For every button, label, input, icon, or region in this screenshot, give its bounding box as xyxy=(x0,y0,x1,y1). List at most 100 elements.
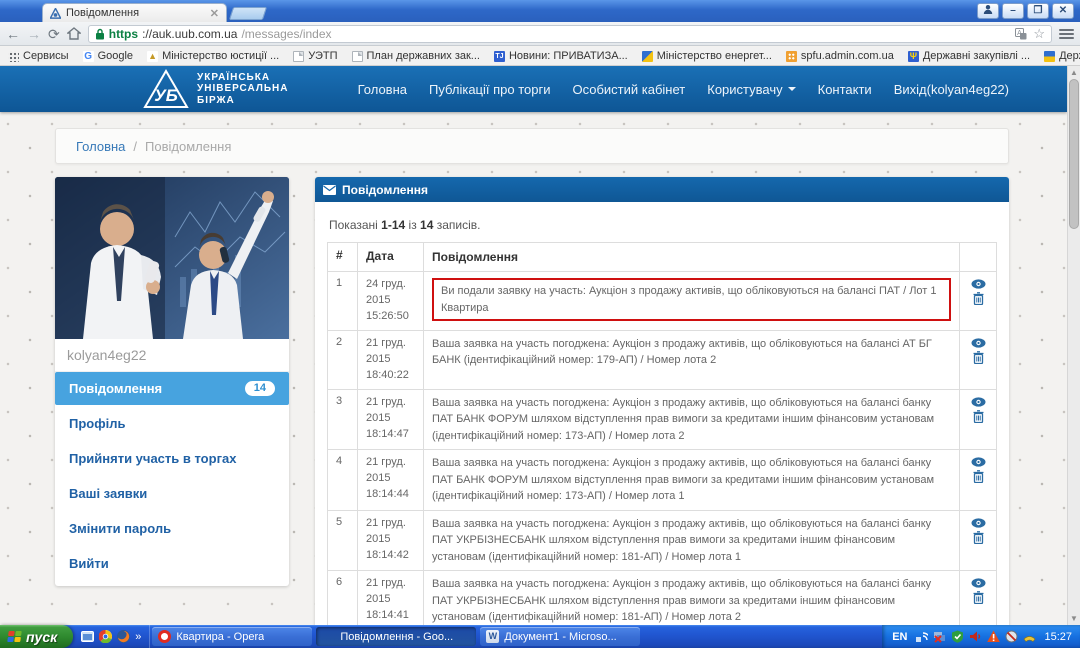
clock: 15:27 xyxy=(1041,631,1072,643)
sidebar-username: kolyan4eg22 xyxy=(55,339,289,372)
view-message-icon[interactable] xyxy=(971,338,986,348)
delete-message-icon[interactable] xyxy=(973,591,984,604)
refresh-button[interactable]: ⟳ xyxy=(48,27,60,41)
view-message-icon[interactable] xyxy=(971,457,986,467)
sidebar-menu-item[interactable]: Профіль xyxy=(55,407,289,440)
delete-message-icon[interactable] xyxy=(973,410,984,423)
svg-text:УБ: УБ xyxy=(154,86,178,105)
sidebar-menu-item[interactable]: Вийти xyxy=(55,547,289,580)
bookmark-star-icon[interactable]: ☆ xyxy=(1033,27,1045,40)
bookmark-icon xyxy=(352,51,363,62)
translate-icon[interactable]: A xyxy=(1015,28,1027,40)
address-bar[interactable]: https://auk.uub.com.ua/messages/index A … xyxy=(88,25,1052,43)
delete-message-icon[interactable] xyxy=(973,531,984,544)
quick-launch-overflow[interactable]: » xyxy=(135,631,141,643)
bookmark-icon: G xyxy=(83,51,94,62)
bookmark-item[interactable]: ▲ Міністерство юстиції ... xyxy=(147,50,279,62)
task-app-icon xyxy=(158,630,171,643)
profile-avatar-button[interactable] xyxy=(977,3,999,19)
bookmark-item[interactable]: TJ Новини: ПРИВАТИЗА... xyxy=(494,50,628,62)
table-header-row: # Дата Повідомлення xyxy=(328,243,996,272)
bookmark-item[interactable]: Міністерство енергет... xyxy=(642,50,772,62)
language-indicator[interactable]: EN xyxy=(892,631,910,643)
start-button[interactable]: пуск xyxy=(0,625,73,648)
browser-toolbar: ← → ⟳ https://auk.uub.com.ua/messages/in… xyxy=(0,22,1080,46)
bookmark-item[interactable]: УЭТП xyxy=(293,50,337,62)
bookmark-item[interactable]: Сервисы xyxy=(8,50,69,62)
chrome-icon[interactable] xyxy=(99,630,112,643)
table-row: 3 21 груд. 2015 18:14:47 Ваша заявка на … xyxy=(328,390,996,451)
warning-icon[interactable] xyxy=(987,630,1000,643)
delete-message-icon[interactable] xyxy=(973,470,984,483)
network-error-icon[interactable] xyxy=(933,630,946,643)
page-scrollbar[interactable]: ▲ ▼ xyxy=(1067,66,1080,625)
bookmark-icon: Ψ xyxy=(908,51,919,62)
phone-icon[interactable] xyxy=(1023,630,1036,643)
site-menu-item[interactable]: Контакти xyxy=(818,82,872,97)
scrollbar-thumb[interactable] xyxy=(1069,79,1079,229)
records-summary: Показані 1-14 із 14 записів. xyxy=(329,218,997,232)
bookmark-icon: TJ xyxy=(494,51,505,62)
breadcrumb: Головна / Повідомлення xyxy=(55,128,1009,164)
site-menu-item[interactable]: Головна xyxy=(358,82,407,97)
system-tray: EN 15:27 xyxy=(882,625,1080,648)
tab-close-icon[interactable]: ✕ xyxy=(210,7,219,20)
sidebar-menu-item[interactable]: Повідомлення 14 xyxy=(55,372,289,405)
task-app-icon: W xyxy=(486,630,499,643)
sidebar-menu-item[interactable]: Ваші заявки xyxy=(55,477,289,510)
screen: Повідомлення ✕ – ❐ ✕ ← → ⟳ https://auk.u… xyxy=(0,0,1080,648)
firefox-icon[interactable] xyxy=(117,630,130,643)
restore-button[interactable]: ❐ xyxy=(1027,3,1049,19)
site-navbar: УБ УКРАЇНСЬКА УНІВЕРСАЛЬНА БІРЖА Головна xyxy=(0,66,1067,112)
bookmark-item[interactable]: Ψ Державні закупівлі ... xyxy=(908,50,1030,62)
taskbar-task-button[interactable]: Квартира - Opera xyxy=(152,627,312,646)
site-menu-item[interactable]: Публікації про торги xyxy=(429,82,550,97)
view-message-icon[interactable] xyxy=(971,397,986,407)
blocked-icon[interactable] xyxy=(1005,630,1018,643)
bookmark-item[interactable]: G Google xyxy=(83,50,133,62)
view-message-icon[interactable] xyxy=(971,578,986,588)
bookmark-icon xyxy=(293,51,304,62)
forward-button[interactable]: → xyxy=(27,27,41,41)
browser-tab[interactable]: Повідомлення ✕ xyxy=(42,3,227,22)
bookmark-item[interactable]: Державне космічне а... xyxy=(1044,50,1080,62)
breadcrumb-home-link[interactable]: Головна xyxy=(76,139,125,154)
home-button[interactable] xyxy=(67,27,81,40)
antivirus-shield-icon[interactable] xyxy=(951,630,964,643)
minimize-button[interactable]: – xyxy=(1002,3,1024,19)
sidebar-menu-item[interactable]: Прийняти участь в торгах xyxy=(55,442,289,475)
url-scheme: https xyxy=(109,27,138,41)
site-menu: Головна Публікації про торги Особистий к… xyxy=(358,82,1009,97)
messages-table: # Дата Повідомлення 1 xyxy=(327,242,997,625)
scroll-up-icon[interactable]: ▲ xyxy=(1068,66,1080,79)
bookmark-item[interactable]: spfu.admin.com.ua xyxy=(786,50,894,62)
view-message-icon[interactable] xyxy=(971,518,986,528)
messages-panel: Повідомлення Показані 1-14 із 14 записів… xyxy=(315,177,1009,625)
back-button[interactable]: ← xyxy=(6,27,20,41)
wireless-icon[interactable] xyxy=(915,630,928,643)
task-app-icon xyxy=(322,630,335,643)
taskbar-task-button[interactable]: Повідомлення - Goo... xyxy=(316,627,476,646)
new-tab-button[interactable] xyxy=(229,7,267,20)
site-menu-item[interactable]: Користувачу xyxy=(707,82,795,97)
sidebar-menu-item[interactable]: Змінити пароль xyxy=(55,512,289,545)
task-buttons: Квартира - Opera Повідомлення - Goo... W… xyxy=(150,625,642,648)
chevron-down-icon xyxy=(788,87,796,91)
volume-muted-icon[interactable] xyxy=(969,630,982,643)
bookmark-item[interactable]: План державних зак... xyxy=(352,50,480,62)
site-menu-item[interactable]: Вихід(kolyan4eg22) xyxy=(894,82,1009,97)
scroll-down-icon[interactable]: ▼ xyxy=(1068,612,1080,625)
bookmark-icon: ▲ xyxy=(147,51,158,62)
bookmarks-bar: Сервисы G Google ▲ Міністерство юстиції … xyxy=(0,47,1080,66)
taskbar-task-button[interactable]: W Документ1 - Microso... xyxy=(480,627,640,646)
close-button[interactable]: ✕ xyxy=(1052,3,1074,19)
bookmark-icon xyxy=(786,51,797,62)
browser-menu-button[interactable] xyxy=(1059,29,1074,39)
delete-message-icon[interactable] xyxy=(973,351,984,364)
uub-logo[interactable]: УБ УКРАЇНСЬКА УНІВЕРСАЛЬНА БІРЖА xyxy=(143,69,289,109)
show-desktop-icon[interactable] xyxy=(81,631,94,643)
site-menu-item[interactable]: Особистий кабінет xyxy=(572,82,685,97)
view-message-icon[interactable] xyxy=(971,279,986,289)
sidebar-menu: Повідомлення 14 Профіль Прийн xyxy=(55,372,289,586)
delete-message-icon[interactable] xyxy=(973,292,984,305)
